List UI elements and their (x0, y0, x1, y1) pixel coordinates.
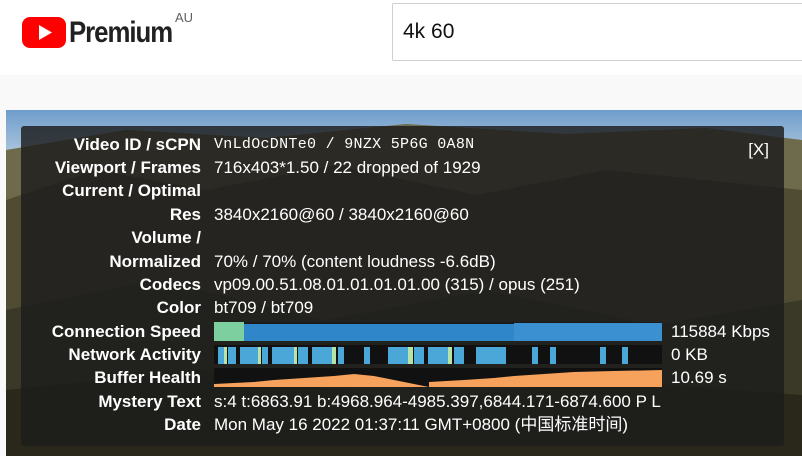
connection-speed-value: 115884 Kbps (671, 322, 770, 341)
stats-label: Color (156, 298, 201, 317)
close-stats-button[interactable]: [X] (748, 140, 769, 160)
search-input[interactable] (392, 3, 802, 61)
video-player[interactable]: [X] Video ID / sCPN VnLdOcDNTe0 / 9NZX 5… (6, 110, 802, 456)
stats-label: Video ID / sCPN (73, 135, 201, 154)
stats-label: Volume / (131, 228, 201, 247)
top-bar: Premium AU (0, 0, 802, 75)
stats-label: Res (169, 205, 201, 224)
stats-value: bt709 / bt709 (214, 298, 314, 317)
stats-value: 70% / 70% (content loudness -6.6dB) (214, 252, 496, 271)
stats-value: 3840x2160@60 / 3840x2160@60 (214, 205, 469, 224)
region-code: AU (175, 10, 194, 25)
stats-for-nerds-panel: [X] Video ID / sCPN VnLdOcDNTe0 / 9NZX 5… (21, 126, 784, 446)
stats-label: Mystery Text (98, 392, 201, 411)
stats-value: VnLdOcDNTe0 / 9NZX 5P6G 0A8N (214, 136, 475, 153)
stats-value: 716x403*1.50 / 22 dropped of 1929 (214, 158, 481, 177)
stats-label: Codecs (139, 275, 201, 294)
stats-value: Mon May 16 2022 01:37:11 GMT+0800 (中国标准时… (214, 415, 629, 434)
logo-text: Premium (69, 16, 173, 49)
stats-label: Date (164, 415, 201, 434)
youtube-play-icon (22, 17, 66, 48)
stats-label: Buffer Health (94, 368, 201, 387)
youtube-premium-logo[interactable]: Premium (22, 17, 189, 48)
buffer-health-value: 10.69 s (671, 368, 727, 387)
stats-value: vp09.00.51.08.01.01.01.01.00 (315) / opu… (214, 275, 580, 294)
stats-label: Current / Optimal (62, 181, 201, 200)
network-activity-value: 0 KB (671, 345, 708, 364)
stats-label: Connection Speed (51, 322, 201, 341)
connection-speed-graph (214, 322, 662, 341)
stats-label: Network Activity (68, 345, 201, 364)
buffer-health-graph (214, 368, 662, 387)
stats-label: Viewport / Frames (54, 158, 201, 177)
stats-value: s:4 t:6863.91 b:4968.964-4985.397,6844.1… (214, 392, 661, 411)
network-activity-graph (214, 345, 662, 364)
stats-label: Normalized (109, 252, 201, 271)
